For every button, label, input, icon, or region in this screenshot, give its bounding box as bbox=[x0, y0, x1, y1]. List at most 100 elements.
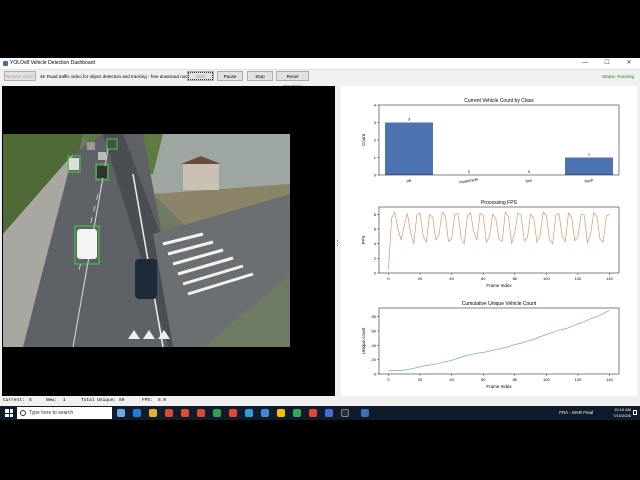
reset-counters-button[interactable]: Reset Counters bbox=[276, 71, 309, 89]
search-icon bbox=[20, 410, 26, 416]
start-button[interactable]: Start bbox=[187, 71, 214, 81]
chart-0-title: Current Vehicle Count by Class bbox=[464, 98, 534, 104]
maximize-button[interactable]: ☐ bbox=[596, 58, 618, 69]
chart-2-frame bbox=[378, 307, 620, 375]
total-unique-value: 89 bbox=[119, 398, 125, 403]
tray-app-label[interactable]: FRA - MAR Final bbox=[559, 410, 593, 415]
chart-bar-value-label: 0 bbox=[528, 169, 531, 174]
chart-bar-value-label: 3 bbox=[408, 117, 411, 122]
clock[interactable]: 10:16 AM 7/10/2026 bbox=[613, 407, 631, 419]
task-view-icon[interactable] bbox=[117, 409, 125, 417]
new-count-value: 1 bbox=[63, 398, 66, 403]
chart-category-label: bus bbox=[525, 178, 532, 184]
chart-1-title: Processing FPS bbox=[481, 200, 518, 206]
chart-2-xtick-label: 140 bbox=[606, 377, 613, 382]
chart-category-label: motorcycle bbox=[459, 176, 480, 184]
fps-value: 8.0 bbox=[158, 398, 167, 403]
chart-1-xtick-label: 100 bbox=[543, 276, 550, 281]
telegram-icon[interactable] bbox=[245, 409, 253, 417]
chart-bar-value-label: 1 bbox=[588, 152, 591, 157]
chart-category-label: truck bbox=[584, 177, 593, 183]
chart-1-xtick-label: 120 bbox=[575, 276, 582, 281]
splitter-grip bbox=[337, 240, 340, 246]
close-button[interactable]: ✕ bbox=[618, 58, 640, 69]
chart-2-xtick-label: 120 bbox=[575, 377, 582, 382]
chart-1-ytick-label: 0 bbox=[374, 271, 377, 276]
total-unique-label: Total Unique: bbox=[81, 398, 117, 403]
video-source-label: 4K Road traffic video for object detecti… bbox=[40, 74, 199, 79]
chrome-icon[interactable] bbox=[165, 409, 173, 417]
road-scene-image bbox=[3, 134, 290, 347]
whatsapp-icon[interactable] bbox=[213, 409, 221, 417]
video-panel bbox=[2, 86, 335, 396]
chart-1-ytick-label: 4 bbox=[374, 241, 377, 246]
chrome-profile-2-icon[interactable] bbox=[229, 409, 237, 417]
chart-0-ylabel: Count bbox=[361, 133, 366, 146]
new-count-label: New: bbox=[46, 398, 57, 403]
current-count-value: 5 bbox=[29, 398, 32, 403]
current-count-label: Current: bbox=[3, 398, 25, 403]
chart-bar bbox=[385, 122, 433, 175]
clock-date: 7/10/2026 bbox=[613, 413, 631, 418]
fps-label: FPS: bbox=[142, 398, 153, 403]
chart-1-ytick-label: 2 bbox=[374, 256, 377, 261]
pause-button[interactable]: Pause bbox=[217, 71, 243, 81]
chart-bar bbox=[565, 157, 613, 175]
app-window: YOLOv8 Vehicle Detection Dashboard — ☐ ✕… bbox=[0, 58, 640, 406]
brave-icon[interactable] bbox=[181, 409, 189, 417]
chart-2-ytick-label: 0 bbox=[374, 372, 377, 377]
video-frame bbox=[3, 134, 290, 347]
chart-1-series-line bbox=[388, 211, 610, 270]
chart-1-ytick-label: 6 bbox=[374, 227, 377, 232]
chart-0-ytick-label: 2 bbox=[374, 138, 377, 143]
vscode-icon[interactable] bbox=[261, 409, 269, 417]
charts-panel: Current Vehicle Count by Class Count 0 1 2 3 4… bbox=[341, 86, 637, 396]
chart-1-xtick-label: 80 bbox=[513, 276, 518, 281]
chart-1-xtick-label: 40 bbox=[449, 276, 454, 281]
chart-2-ytick-label: 40 bbox=[372, 343, 377, 348]
chart-1-xlabel: Frame Index bbox=[486, 283, 512, 288]
browse-video-button[interactable]: Browse Video bbox=[4, 71, 36, 81]
window-title: YOLOv8 Vehicle Detection Dashboard bbox=[10, 60, 96, 66]
chart-2-xtick-label: 100 bbox=[543, 377, 550, 382]
notification-icon[interactable] bbox=[633, 410, 637, 415]
edge-icon[interactable] bbox=[133, 409, 141, 417]
chart-2-xtick-label: 60 bbox=[481, 377, 486, 382]
chart-bar-value-label: 0 bbox=[468, 169, 471, 174]
taskbar-search-box[interactable]: Type here to search bbox=[17, 407, 112, 419]
status-indicator: Status: Running bbox=[601, 74, 634, 79]
chart-2-ytick-label: 60 bbox=[372, 328, 377, 333]
stop-button[interactable]: Stop bbox=[247, 71, 273, 81]
chrome-profile-3-icon[interactable] bbox=[277, 409, 285, 417]
chart-0-ytick-label: 1 bbox=[374, 155, 377, 160]
chart-1-ytick-label: 8 bbox=[374, 212, 377, 217]
file-explorer-icon[interactable] bbox=[149, 409, 157, 417]
chart-2-xlabel: Frame Index bbox=[486, 384, 512, 389]
chart-1-ylabel: FPS bbox=[361, 236, 366, 245]
chart-2-ytick-label: 80 bbox=[372, 314, 377, 319]
charts-canvas: Current Vehicle Count by Class Count 0 1 2 3 4… bbox=[361, 98, 620, 389]
chart-0-ytick-label: 0 bbox=[374, 173, 377, 178]
terminal-icon[interactable] bbox=[341, 409, 349, 417]
chrome-profile-icon[interactable] bbox=[197, 409, 205, 417]
toolbar: Browse Video 4K Road traffic video for o… bbox=[0, 69, 640, 89]
teams-icon[interactable] bbox=[325, 409, 333, 417]
chart-2-ytick-label: 20 bbox=[372, 357, 377, 362]
chart-0-ytick-label: 4 bbox=[374, 103, 377, 108]
chart-1-xtick-label: 60 bbox=[481, 276, 486, 281]
chrome-profile-5-icon[interactable] bbox=[309, 409, 317, 417]
chart-2-xtick-label: 0 bbox=[387, 377, 390, 382]
chart-1-xtick-label: 0 bbox=[387, 276, 390, 281]
minimize-button[interactable]: — bbox=[574, 58, 596, 69]
chart-2-xtick-label: 40 bbox=[449, 377, 454, 382]
chrome-profile-4-icon[interactable] bbox=[293, 409, 301, 417]
chart-0-ytick-label: 3 bbox=[374, 120, 377, 125]
pane-splitter[interactable] bbox=[336, 86, 340, 396]
python-window-icon[interactable] bbox=[361, 409, 369, 417]
windows-start-icon[interactable] bbox=[5, 409, 13, 417]
chart-2-ylabel: Unique count bbox=[361, 327, 366, 354]
app-feather-icon bbox=[3, 61, 8, 66]
taskbar-search-placeholder: Type here to search bbox=[29, 410, 74, 416]
chart-2-series-line bbox=[388, 309, 610, 371]
chart-category-label: car bbox=[406, 177, 413, 183]
